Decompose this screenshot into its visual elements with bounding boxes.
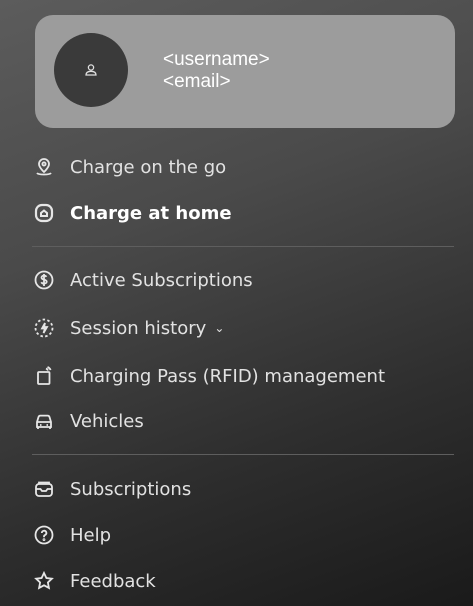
bolt-circle-icon	[32, 316, 56, 340]
profile-card[interactable]: <username> <email>	[35, 15, 455, 128]
map-pin-icon	[32, 155, 56, 179]
home-charger-icon	[32, 201, 56, 225]
avatar[interactable]	[54, 33, 128, 107]
menu-label: Help	[70, 524, 112, 546]
menu-subscriptions[interactable]: Subscriptions	[32, 476, 191, 502]
username: <username>	[163, 49, 270, 70]
dollar-icon	[32, 268, 56, 292]
user-icon	[85, 64, 97, 76]
menu-label: Charging Pass (RFID) management	[70, 365, 385, 387]
menu-session-history[interactable]: Session history ⌄	[32, 315, 224, 341]
menu-feedback[interactable]: Feedback	[32, 568, 156, 594]
rfid-card-icon	[32, 364, 56, 388]
subscription-icon	[32, 477, 56, 501]
menu-label: Active Subscriptions	[70, 269, 253, 291]
chevron-down-icon[interactable]: ⌄	[214, 321, 224, 335]
menu-active-subscriptions[interactable]: Active Subscriptions	[32, 267, 253, 293]
menu-vehicles[interactable]: Vehicles	[32, 408, 144, 434]
menu-help[interactable]: Help	[32, 522, 111, 548]
divider	[32, 246, 454, 247]
menu-charging-pass[interactable]: Charging Pass (RFID) management	[32, 363, 385, 389]
divider	[32, 454, 454, 455]
profile-text: <username> <email>	[163, 49, 270, 93]
menu-label: Subscriptions	[70, 478, 192, 500]
car-icon	[32, 409, 56, 433]
menu-charge-on-the-go[interactable]: Charge on the go	[32, 154, 226, 180]
menu-label: Session history	[70, 317, 207, 339]
menu-label: Charge on the go	[70, 156, 227, 178]
menu-label: Feedback	[70, 570, 156, 592]
menu-label: Vehicles	[70, 410, 144, 432]
help-icon	[32, 523, 56, 547]
menu-charge-at-home[interactable]: Charge at home	[32, 200, 232, 226]
email: <email>	[163, 71, 231, 92]
star-icon	[32, 569, 56, 593]
menu-label: Charge at home	[70, 202, 232, 224]
